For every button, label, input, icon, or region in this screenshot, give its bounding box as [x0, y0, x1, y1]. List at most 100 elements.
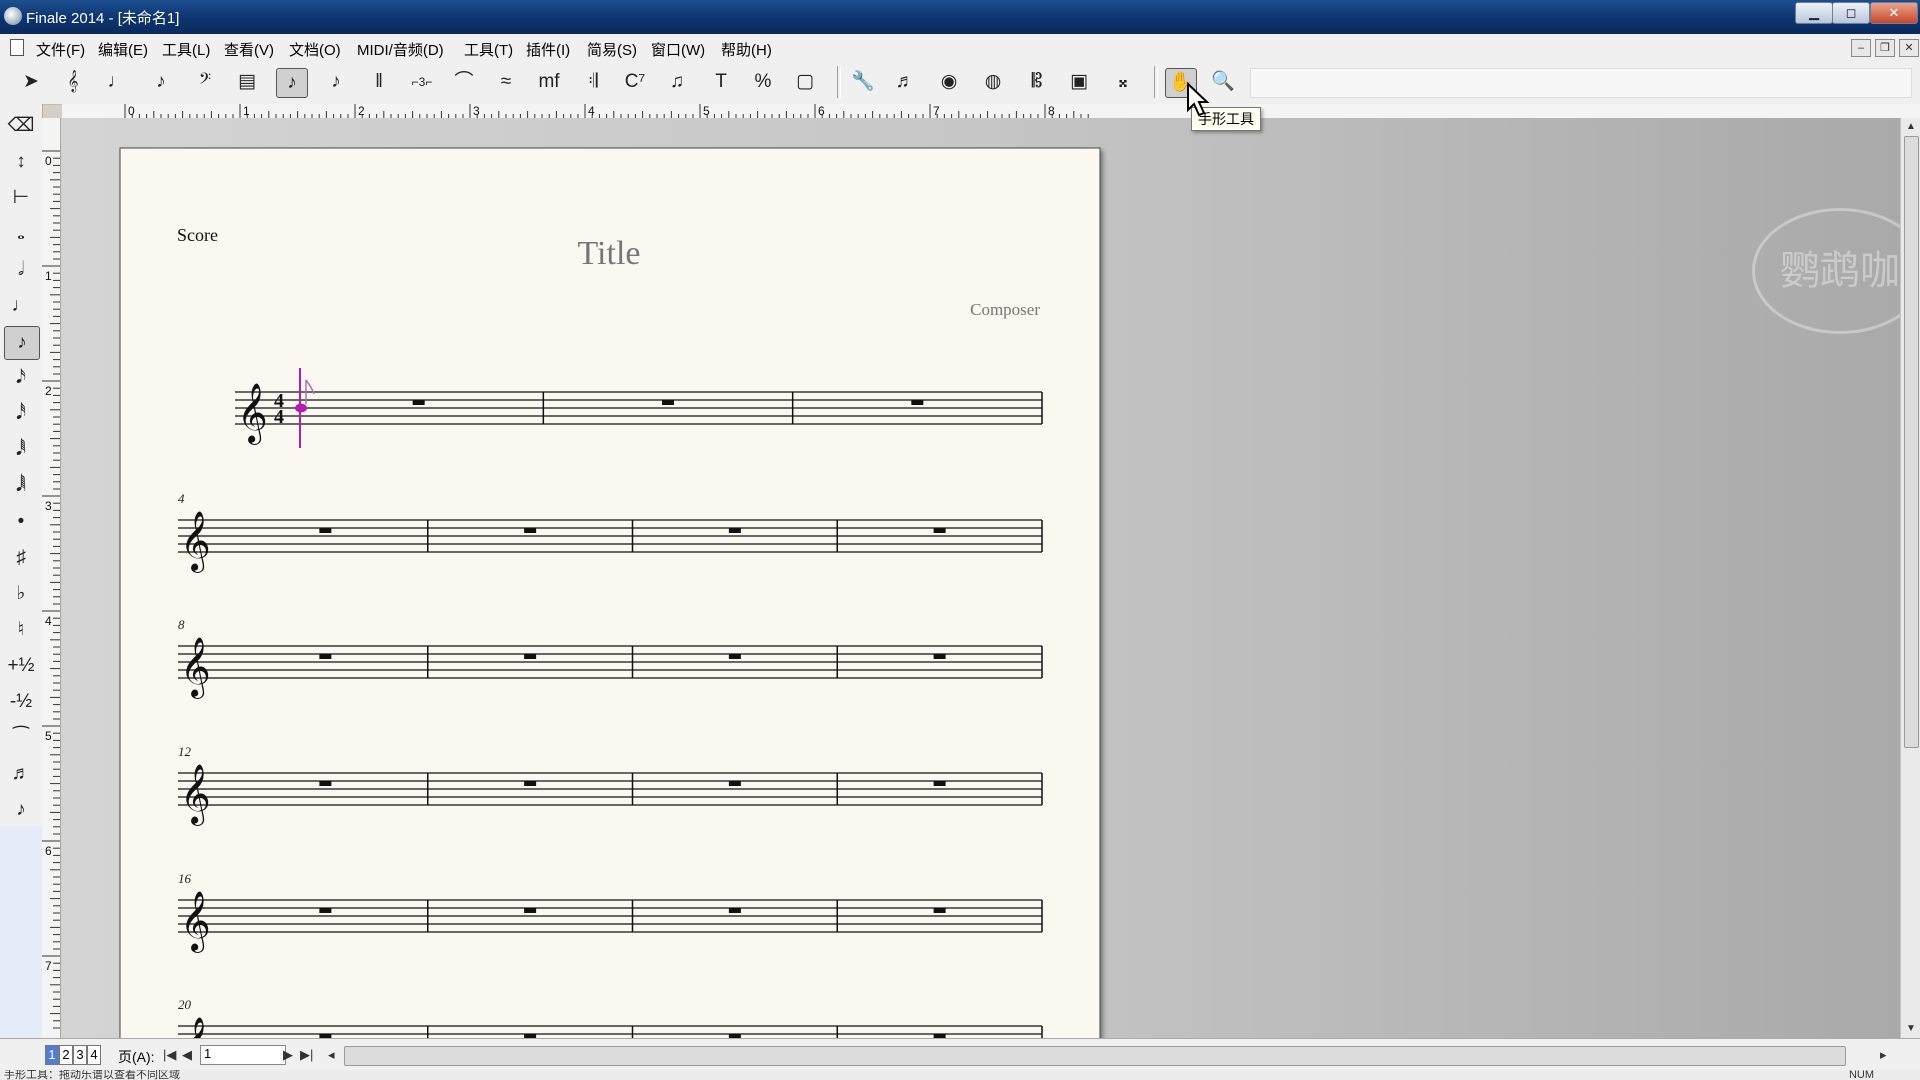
- tuplet-palette-tool-icon[interactable]: ♬: [4, 758, 38, 790]
- menu-item-2[interactable]: 工具(L): [162, 39, 210, 60]
- menu-item-9[interactable]: 窗口(W): [651, 39, 705, 60]
- child-minimize-button[interactable]: –: [1851, 39, 1871, 57]
- measure-tool-icon[interactable]: ‖: [364, 68, 394, 96]
- smart-shape-tool-icon[interactable]: ⌒: [449, 68, 479, 96]
- minimize-button[interactable]: ▁: [1795, 2, 1833, 24]
- time-signature-tool-icon[interactable]: ▤: [232, 68, 262, 96]
- vertical-scroll-thumb[interactable]: [1904, 136, 1919, 748]
- page-tab[interactable]: 3: [73, 1045, 87, 1065]
- chord-tool-icon[interactable]: C⁷: [620, 68, 650, 96]
- rest-tool-icon[interactable]: ⊢: [4, 182, 38, 214]
- child-close-button[interactable]: ✕: [1899, 39, 1919, 57]
- whole-rest[interactable]: [728, 781, 741, 786]
- natural-tool-icon[interactable]: ♮: [4, 614, 38, 646]
- whole-rest[interactable]: [524, 908, 537, 913]
- page-number-input[interactable]: 1: [200, 1045, 286, 1065]
- tuplet-tool-icon[interactable]: ♪: [321, 68, 351, 96]
- menu-item-3[interactable]: 查看(V): [224, 39, 274, 60]
- whole-rest[interactable]: [728, 908, 741, 913]
- menu-item-10[interactable]: 帮助(H): [721, 39, 772, 60]
- eraser-tool-icon[interactable]: ⌫: [4, 110, 38, 142]
- sixty-fourth-note-tool-icon[interactable]: 𝅘𝅥𝅱: [4, 434, 38, 466]
- score-workspace[interactable]: 鹦鹉咖 Score Title Composer 𝄞44𝄞4𝄞8𝄞12𝄞16𝄞2…: [62, 118, 1900, 1038]
- score-page[interactable]: [119, 147, 1101, 1038]
- half-note-tool-icon[interactable]: 𝅗𝅥: [4, 254, 38, 286]
- whole-rest[interactable]: [933, 781, 946, 786]
- sharp-tool-icon[interactable]: ♯: [4, 542, 38, 574]
- whole-rest[interactable]: [662, 400, 674, 405]
- eighth-note-tool-icon[interactable]: ♪: [4, 326, 40, 360]
- simple-entry-active-tool-icon[interactable]: ♪: [276, 68, 308, 98]
- ossia-tool-icon[interactable]: 𝄡: [1022, 68, 1052, 96]
- last-page-button[interactable]: ▶|: [300, 1047, 313, 1063]
- menu-item-5[interactable]: MIDI/音频(D): [357, 39, 444, 60]
- whole-rest[interactable]: [412, 400, 425, 405]
- document-icon[interactable]: [10, 39, 24, 56]
- tie-tool-icon[interactable]: ⁀: [4, 722, 38, 754]
- expression-tool-icon[interactable]: mf: [534, 68, 564, 96]
- whole-rest[interactable]: [524, 528, 537, 533]
- articulation-tool-icon[interactable]: ≈: [491, 68, 521, 96]
- finale-app-icon[interactable]: [4, 7, 22, 25]
- menu-item-6[interactable]: 工具(T): [464, 39, 513, 60]
- whole-rest[interactable]: [524, 654, 537, 659]
- note-up-down-tool-icon[interactable]: ↕: [4, 146, 38, 178]
- menu-item-7[interactable]: 插件(I): [526, 39, 570, 60]
- lyrics-tool-icon[interactable]: ♫: [662, 68, 692, 96]
- whole-rest[interactable]: [319, 528, 332, 533]
- whole-rest[interactable]: [728, 654, 741, 659]
- selection-tool-icon[interactable]: ➤: [16, 68, 46, 96]
- page-tab[interactable]: 4: [87, 1045, 101, 1065]
- whole-rest[interactable]: [524, 781, 537, 786]
- score-title[interactable]: Title: [577, 235, 640, 272]
- next-page-button[interactable]: ▶: [283, 1047, 293, 1063]
- special-tools-icon[interactable]: 🔧: [848, 68, 878, 96]
- grace-note-tool-icon[interactable]: ♪: [4, 794, 38, 826]
- zoom-tool-icon[interactable]: 🔍: [1208, 68, 1238, 96]
- speedy-entry-tool-icon[interactable]: ♪: [146, 68, 176, 96]
- child-restore-button[interactable]: ❐: [1875, 39, 1895, 57]
- tuplet-3-tool-icon[interactable]: ⌐3⌐: [407, 68, 437, 96]
- page-layout-tool-icon[interactable]: ▢: [790, 68, 820, 96]
- repeat-tool-icon[interactable]: 𝄇: [578, 68, 608, 96]
- graphics-tool-icon[interactable]: ◍: [978, 68, 1008, 96]
- whole-rest[interactable]: [933, 528, 946, 533]
- human-playback-tool-icon[interactable]: 𝄪: [1108, 68, 1138, 96]
- previous-page-button[interactable]: ◀: [182, 1047, 192, 1063]
- half-step-up-tool-icon[interactable]: +½: [4, 650, 38, 682]
- page-tab[interactable]: 1: [45, 1045, 59, 1065]
- flat-tool-icon[interactable]: ♭: [4, 578, 38, 610]
- menu-item-1[interactable]: 编辑(E): [98, 39, 148, 60]
- scroll-right-arrow[interactable]: ▸: [1880, 1047, 1887, 1063]
- midi-tool-icon[interactable]: ▣: [1064, 68, 1094, 96]
- close-button[interactable]: ✕: [1870, 2, 1918, 24]
- whole-rest[interactable]: [933, 908, 946, 913]
- horizontal-scrollbar[interactable]: [344, 1046, 1846, 1066]
- whole-note-tool-icon[interactable]: 𝅝: [4, 218, 38, 250]
- whole-rest[interactable]: [319, 781, 332, 786]
- first-page-button[interactable]: |◀: [163, 1047, 176, 1063]
- hundred-twenty-eighth-note-tool-icon[interactable]: 𝅘𝅥𝅲: [4, 470, 38, 502]
- dot-tool-icon[interactable]: •: [4, 506, 38, 538]
- whole-rest[interactable]: [319, 654, 332, 659]
- menu-item-8[interactable]: 简易(S): [587, 39, 637, 60]
- whole-rest[interactable]: [933, 654, 946, 659]
- scroll-down-arrow[interactable]: ▼: [1901, 1020, 1920, 1038]
- scroll-up-arrow[interactable]: ▲: [1901, 118, 1920, 136]
- score-composer[interactable]: Composer: [970, 300, 1040, 319]
- resize-tool-icon[interactable]: %: [748, 68, 778, 96]
- simple-entry-tool-icon[interactable]: ♩: [102, 68, 132, 96]
- sixteenth-note-tool-icon[interactable]: 𝅘𝅥𝅯: [4, 362, 38, 394]
- page-tab[interactable]: 2: [59, 1045, 73, 1065]
- menu-item-4[interactable]: 文档(O): [289, 39, 341, 60]
- whole-rest[interactable]: [911, 400, 924, 405]
- whole-rest[interactable]: [728, 528, 741, 533]
- clef-tool-icon[interactable]: 𝄢: [190, 68, 220, 96]
- text-tool-icon[interactable]: T: [706, 68, 736, 96]
- scroll-left-arrow[interactable]: ◂: [328, 1047, 335, 1063]
- whole-rest[interactable]: [319, 908, 332, 913]
- quarter-note-tool-icon[interactable]: ♩: [4, 290, 38, 322]
- maximize-button[interactable]: ◻: [1832, 2, 1870, 24]
- note-mover-tool-icon[interactable]: ◉: [934, 68, 964, 96]
- half-step-down-tool-icon[interactable]: -½: [4, 686, 38, 718]
